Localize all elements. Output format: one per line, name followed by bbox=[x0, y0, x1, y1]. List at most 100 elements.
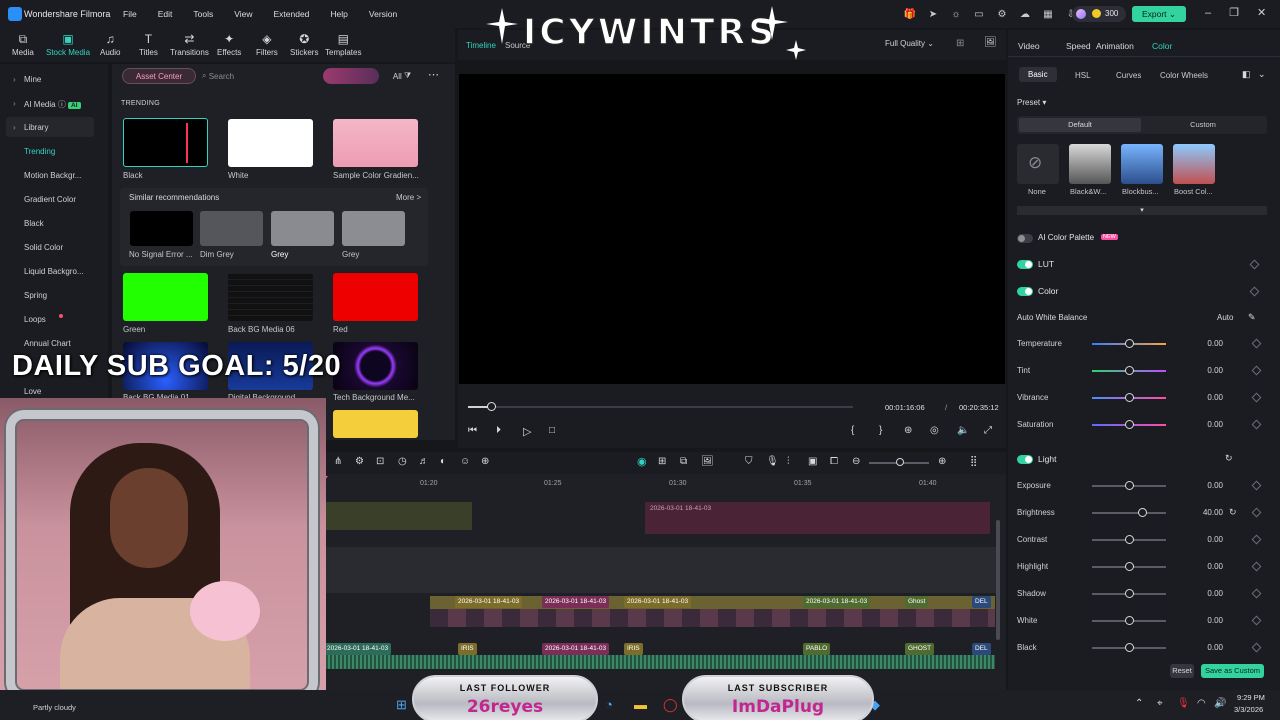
thumb-gradient[interactable] bbox=[333, 119, 418, 167]
send-icon[interactable]: ➤ bbox=[926, 7, 940, 21]
quality-dropdown[interactable]: Full Quality ⌄ bbox=[885, 39, 934, 48]
audio-icon[interactable]: ♬ bbox=[419, 456, 429, 467]
preset-blockbuster[interactable] bbox=[1121, 144, 1163, 184]
zoom-handle[interactable] bbox=[896, 458, 904, 466]
keyframe-icon[interactable] bbox=[1251, 534, 1262, 545]
video-clip[interactable]: 2026-03-01 18-41-03 bbox=[803, 596, 871, 608]
preset-bw[interactable] bbox=[1069, 144, 1111, 184]
prev-frame-icon[interactable]: ⏮ bbox=[468, 425, 477, 436]
audio-clip[interactable]: 2026-03-01 18-41-03 bbox=[542, 643, 610, 655]
tab-filters[interactable]: ◈ Filters bbox=[256, 32, 278, 57]
sidebar-item-spring[interactable]: Spring bbox=[24, 291, 47, 300]
speed-icon[interactable]: ◷ bbox=[398, 456, 407, 467]
screen-icon[interactable]: ▭ bbox=[972, 7, 986, 21]
ai-tools-icon[interactable]: ⚙ bbox=[355, 456, 364, 467]
edge-icon[interactable]: ◔ bbox=[605, 697, 613, 712]
screen-icon[interactable]: ⧠ bbox=[830, 456, 838, 467]
mark-in-icon[interactable]: { bbox=[851, 425, 854, 436]
tab-audio[interactable]: ♫ Audio bbox=[100, 32, 120, 57]
keyframe-icon[interactable] bbox=[1251, 392, 1262, 403]
thumb-tech-bg[interactable] bbox=[333, 342, 418, 390]
eyedropper-icon[interactable]: ✎ bbox=[1248, 312, 1256, 323]
wifi-icon[interactable]: ◠ bbox=[1197, 698, 1206, 709]
layout-icon[interactable]: ▦ bbox=[1041, 7, 1055, 21]
maximize-icon[interactable]: ❐ bbox=[1229, 6, 1239, 19]
video-clip[interactable]: 2026-03-01 18-41-03 bbox=[455, 596, 523, 608]
split-icon[interactable]: ⋔ bbox=[334, 456, 342, 467]
light-slider-handle[interactable] bbox=[1125, 535, 1134, 544]
opera-icon[interactable]: ◯ bbox=[663, 697, 678, 713]
sidebar-item-motion[interactable]: Motion Backgr... bbox=[24, 171, 81, 180]
video-clip[interactable]: DEL bbox=[972, 596, 991, 608]
light-value[interactable]: 0.00 bbox=[1199, 589, 1223, 598]
volume-icon[interactable]: 🔊 bbox=[1214, 698, 1226, 709]
preview-canvas[interactable] bbox=[459, 74, 1005, 384]
keyframe-icon[interactable] bbox=[1249, 259, 1260, 270]
tray-chevron-icon[interactable]: ⌃ bbox=[1135, 698, 1143, 709]
motion-icon[interactable]: ⊕ bbox=[481, 456, 489, 467]
preset-default[interactable]: Default bbox=[1019, 118, 1141, 132]
color-value[interactable]: 0.00 bbox=[1199, 420, 1223, 429]
filter-dropdown[interactable]: All ⧩ bbox=[386, 68, 418, 84]
light-toggle[interactable] bbox=[1017, 455, 1033, 464]
save-custom-button[interactable]: Save as Custom bbox=[1201, 664, 1264, 678]
thumb-yellow[interactable] bbox=[333, 410, 418, 438]
keyframe-icon[interactable] bbox=[1251, 507, 1262, 518]
sidebar-item-trending[interactable]: Trending bbox=[24, 147, 55, 156]
menu-version[interactable]: Version bbox=[369, 9, 397, 19]
tab-stock-media[interactable]: ▣ Stock Media bbox=[46, 32, 90, 57]
compare-icon[interactable]: ◧ bbox=[1242, 69, 1251, 80]
library-header[interactable] bbox=[6, 117, 94, 137]
light-value[interactable]: 0.00 bbox=[1199, 616, 1223, 625]
keyframe-icon[interactable] bbox=[1251, 561, 1262, 572]
image-icon[interactable]: 🖼 bbox=[701, 456, 714, 467]
subtab-curves[interactable]: Curves bbox=[1116, 71, 1141, 80]
grid-icon[interactable]: ⊞ bbox=[956, 38, 964, 49]
thumb-grey-1[interactable] bbox=[271, 211, 334, 246]
tab-video[interactable]: Video bbox=[1018, 41, 1040, 51]
tab-effects[interactable]: ✦ Effects bbox=[217, 32, 241, 57]
menu-file[interactable]: File bbox=[123, 9, 137, 19]
more-link[interactable]: More > bbox=[396, 193, 421, 202]
color-slider-handle[interactable] bbox=[1125, 339, 1134, 348]
ai-palette-toggle[interactable] bbox=[1017, 234, 1033, 243]
tab-templates[interactable]: ▤ Templates bbox=[325, 32, 361, 57]
menu-tools[interactable]: Tools bbox=[193, 9, 213, 19]
chevron-down-icon[interactable]: ⌄ bbox=[1258, 69, 1266, 80]
color-value[interactable]: 0.00 bbox=[1199, 339, 1223, 348]
network-icon[interactable]: ⌖ bbox=[1157, 698, 1163, 709]
caption-icon[interactable]: ▣ bbox=[808, 456, 817, 467]
gift-icon[interactable]: 🎁 bbox=[903, 7, 917, 21]
thumb-no-signal[interactable] bbox=[130, 211, 193, 246]
grid-icon[interactable]: ⣿ bbox=[970, 456, 977, 467]
timeline-scrollbar[interactable] bbox=[996, 520, 1000, 640]
tab-animation[interactable]: Animation bbox=[1096, 41, 1134, 51]
auto-button[interactable]: Auto bbox=[1217, 313, 1233, 322]
fullscreen-icon[interactable]: ⤢ bbox=[984, 425, 992, 436]
promo-banner[interactable] bbox=[323, 68, 379, 84]
sidebar-item-gradient[interactable]: Gradient Color bbox=[24, 195, 76, 204]
export-button[interactable]: Export ⌄ bbox=[1132, 6, 1186, 22]
tab-speed[interactable]: Speed bbox=[1066, 41, 1091, 51]
sidebar-item-black[interactable]: Black bbox=[24, 219, 44, 228]
sidebar-item-ai-media[interactable]: AI Media ⓘ AI bbox=[13, 99, 81, 110]
light-slider-handle[interactable] bbox=[1125, 562, 1134, 571]
preset-boost[interactable] bbox=[1173, 144, 1215, 184]
mic-icon[interactable]: 🎙 bbox=[766, 456, 779, 467]
light-slider-handle[interactable] bbox=[1125, 481, 1134, 490]
tab-transitions[interactable]: ⇄ Transitions bbox=[170, 32, 209, 57]
light-value[interactable]: 0.00 bbox=[1199, 535, 1223, 544]
video-clip[interactable]: 2026-03-01 18-41-03 bbox=[542, 596, 610, 608]
light-value[interactable]: 40.00 bbox=[1199, 508, 1223, 517]
close-icon[interactable]: ✕ bbox=[1257, 6, 1266, 19]
audio-clip[interactable]: GHOST bbox=[905, 643, 935, 655]
folder-icon[interactable]: ▬ bbox=[634, 697, 647, 712]
zoom-in-icon[interactable]: ⊕ bbox=[938, 456, 946, 467]
sidebar-item-love[interactable]: Love bbox=[24, 387, 41, 396]
color-toggle[interactable] bbox=[1017, 287, 1033, 296]
subtab-color-wheels[interactable]: Color Wheels bbox=[1160, 71, 1208, 80]
tab-stickers[interactable]: ✪ Stickers bbox=[290, 32, 318, 57]
lut-toggle[interactable] bbox=[1017, 260, 1033, 269]
keyframe-icon[interactable] bbox=[1251, 588, 1262, 599]
color-slider-handle[interactable] bbox=[1125, 393, 1134, 402]
